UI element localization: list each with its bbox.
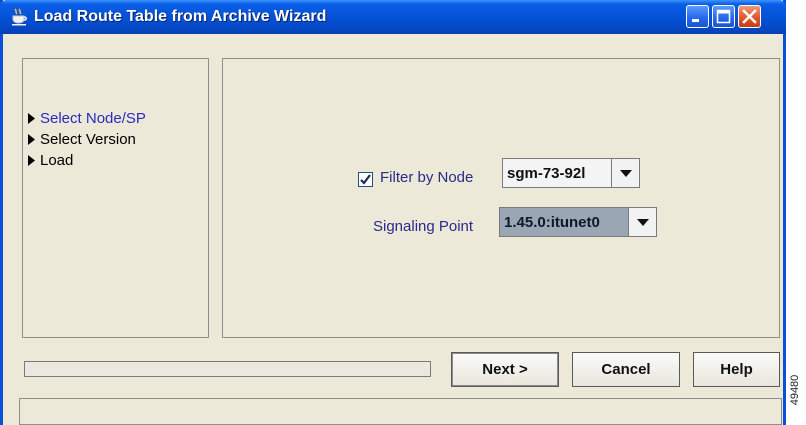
cancel-button[interactable]: Cancel	[572, 352, 680, 387]
next-button[interactable]: Next >	[451, 352, 559, 387]
wizard-window: Load Route Table from Archive Wizard Sel…	[0, 0, 786, 425]
close-button[interactable]	[738, 5, 761, 28]
progress-bar	[24, 361, 431, 377]
filter-by-node-checkbox[interactable]	[358, 172, 373, 187]
figure-id: 49480	[784, 370, 806, 420]
status-bar	[19, 398, 782, 425]
wizard-steps-panel: Select Node/SP Select Version Load	[22, 58, 209, 338]
triangle-right-icon	[28, 134, 35, 145]
title-bar[interactable]: Load Route Table from Archive Wizard	[0, 0, 786, 34]
close-icon	[742, 9, 757, 24]
step-list: Select Node/SP Select Version Load	[28, 108, 146, 171]
maximize-button[interactable]	[712, 5, 735, 28]
maximize-icon	[716, 9, 731, 24]
step-select-node-sp: Select Node/SP	[28, 108, 146, 129]
java-cup-icon	[12, 8, 27, 26]
triangle-right-icon	[28, 113, 35, 124]
chevron-down-icon	[636, 218, 649, 226]
minimize-button[interactable]	[686, 5, 709, 28]
step-label: Select Version	[40, 131, 136, 148]
signaling-point-dropdown-button[interactable]	[629, 208, 656, 236]
step-label: Load	[40, 152, 74, 169]
node-select[interactable]: sgm-73-92l	[502, 158, 640, 188]
wizard-content-panel: Filter by Node sgm-73-92l Signaling Poin…	[222, 58, 780, 338]
node-select-dropdown-button[interactable]	[612, 159, 639, 187]
figure-id-text: 49480	[789, 374, 801, 406]
node-select-value: sgm-73-92l	[503, 159, 612, 187]
minimize-icon	[692, 19, 699, 22]
step-select-version: Select Version	[28, 129, 146, 150]
step-load: Load	[28, 150, 146, 171]
signaling-point-select[interactable]: 1.45.0:itunet0	[499, 207, 657, 237]
chevron-down-icon	[619, 169, 632, 177]
signaling-point-label: Signaling Point	[373, 218, 474, 235]
window-title: Load Route Table from Archive Wizard	[34, 8, 327, 25]
checkmark-icon	[360, 174, 371, 185]
triangle-right-icon	[28, 155, 35, 166]
filter-by-node-label[interactable]: Filter by Node	[380, 169, 473, 186]
signaling-point-value: 1.45.0:itunet0	[500, 208, 629, 236]
help-button[interactable]: Help	[693, 352, 780, 387]
step-label: Select Node/SP	[40, 110, 146, 127]
